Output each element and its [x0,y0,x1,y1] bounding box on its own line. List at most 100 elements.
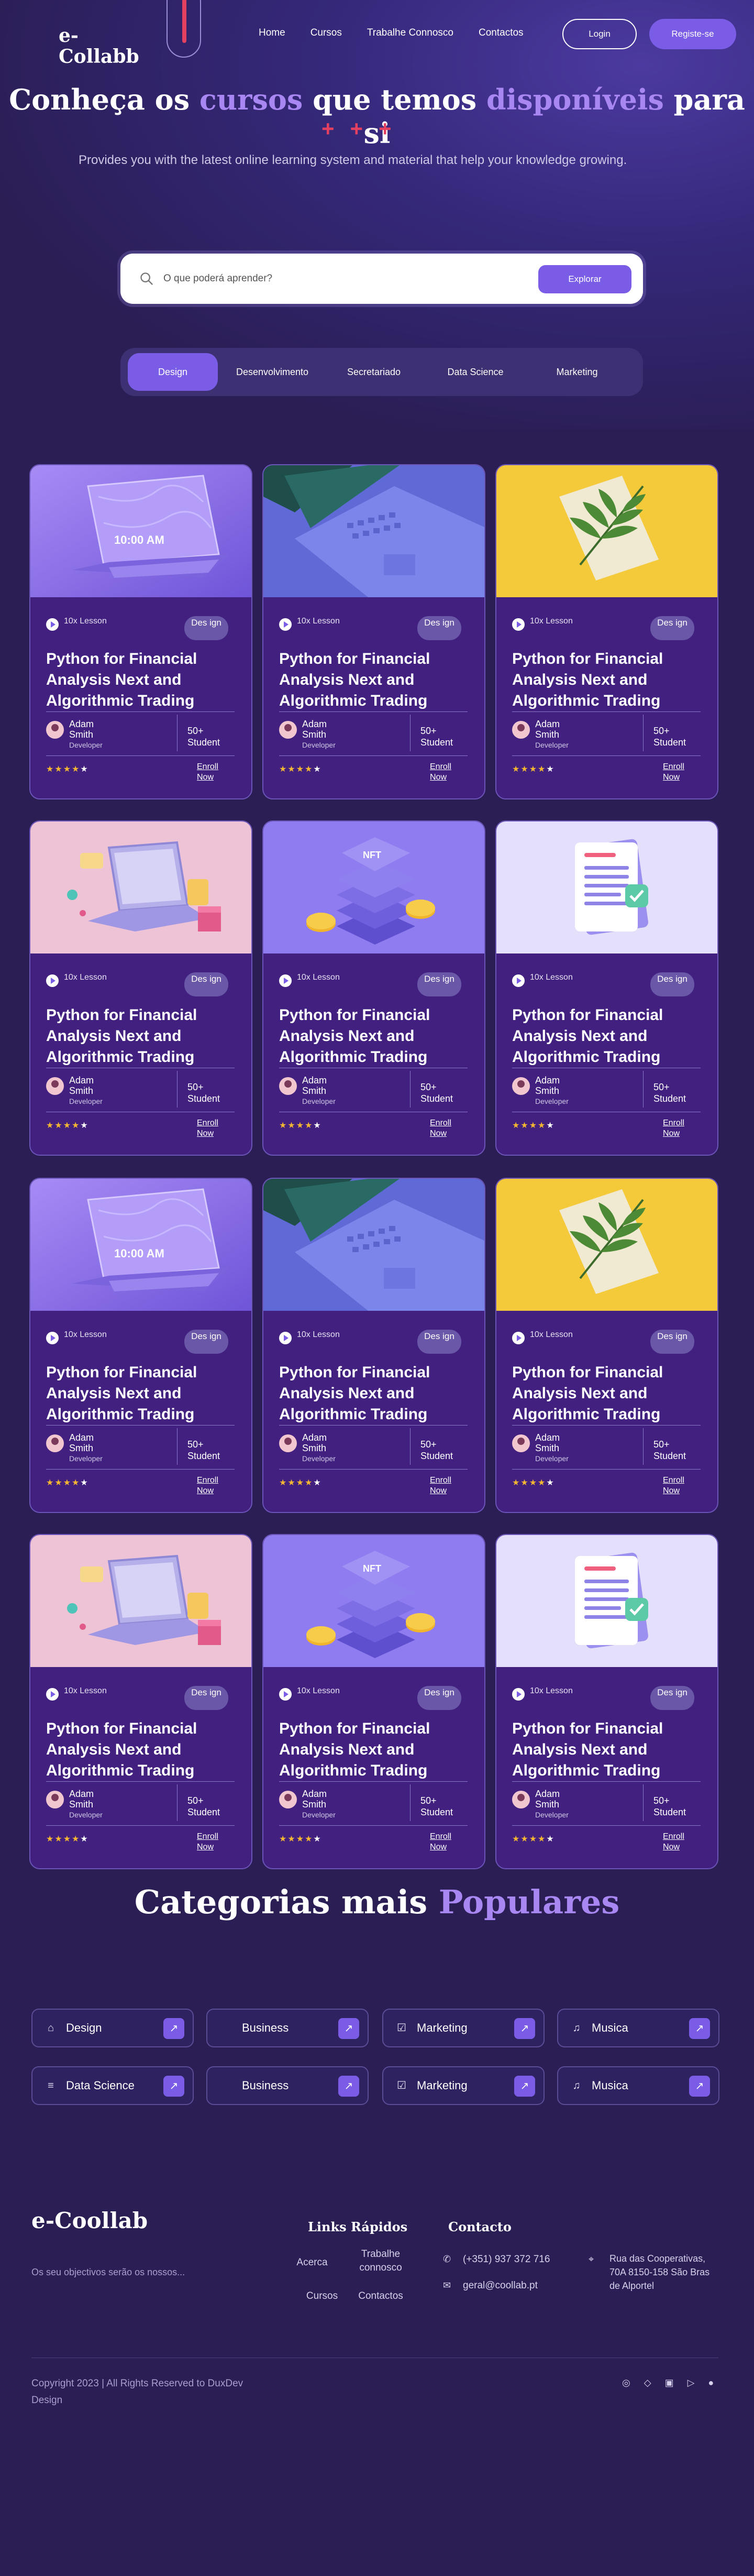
course-card[interactable]: NFT 10x Lesson Des ign Python for Financ… [262,1534,485,1869]
category-tag: Des ign [184,616,228,640]
dribbble-icon[interactable]: ● [708,2377,714,2388]
logo[interactable]: e-Collabb [59,25,153,67]
course-title[interactable]: Python for Financial Analysis Next and A… [279,649,473,711]
login-button[interactable]: Login [562,19,637,49]
building-icon: ⌂ [47,2022,54,2034]
course-title[interactable]: Python for Financial Analysis Next and A… [512,1362,706,1425]
arrow-up-right-icon[interactable]: ↗ [514,2076,535,2097]
enroll-now-link[interactable]: Enroll Now [663,1832,694,1852]
enroll-now-link[interactable]: Enroll Now [430,1832,461,1852]
footer-email[interactable]: geral@coollab.pt [463,2278,578,2294]
enroll-now-link[interactable]: Enroll Now [197,1118,228,1139]
course-title[interactable]: Python for Financial Analysis Next and A… [46,649,240,711]
footer-link-acerca[interactable]: Acerca [291,2256,333,2270]
lesson-count-label: 10x Lesson [297,973,340,982]
course-title[interactable]: Python for Financial Analysis Next and A… [279,1005,473,1068]
linkedin-icon[interactable]: ▣ [665,2377,674,2388]
enroll-now-link[interactable]: Enroll Now [663,1475,694,1496]
course-image [30,1535,251,1667]
course-title[interactable]: Python for Financial Analysis Next and A… [512,649,706,711]
course-title[interactable]: Python for Financial Analysis Next and A… [46,1362,240,1425]
author-name: Adam Smith [302,719,327,740]
course-card[interactable]: 10x Lesson Des ign Python for Financial … [262,464,485,799]
course-title[interactable]: Python for Financial Analysis Next and A… [46,1718,240,1781]
tab-desenvolvimento[interactable]: Desenvolvimento [225,353,319,391]
enroll-now-link[interactable]: Enroll Now [663,1118,694,1139]
categories-title-part: Categorias mais [134,1883,439,1921]
student-count: 50+ Student [420,1795,453,1817]
signup-button[interactable]: Registe-se [649,19,736,49]
enroll-now-link[interactable]: Enroll Now [430,1118,461,1139]
footer-link-cursos[interactable]: Cursos [298,2289,346,2303]
course-card[interactable]: 10x Lesson Des ign Python for Financial … [29,820,252,1156]
course-card[interactable]: 10x Lesson Des ign Python for Financial … [262,1178,485,1513]
enroll-now-link[interactable]: Enroll Now [430,762,461,783]
nav-cursos[interactable]: Cursos [311,27,342,39]
arrow-up-right-icon[interactable]: ↗ [163,2076,184,2097]
instagram-icon[interactable]: ◎ [622,2377,630,2388]
footer-link-trabalhe-connosco[interactable]: Trabalhe connosco [352,2248,409,2275]
author-name: Adam Smith [535,1075,560,1096]
course-card[interactable]: 10:00 AM 10x Lesson Des ign Python for F… [29,1178,252,1513]
course-card[interactable]: 10:00 AM 10x Lesson Des ign Python for F… [29,464,252,799]
nav-trabalhe-connosco[interactable]: Trabalhe Connosco [367,27,453,39]
arrow-up-right-icon[interactable]: ↗ [514,2018,535,2039]
footer-phone[interactable]: (+351) 937 372 716 [463,2252,578,2267]
arrow-up-right-icon[interactable]: ↗ [689,2018,710,2039]
lesson-count: 10x Lesson [279,972,344,987]
enroll-now-link[interactable]: Enroll Now [430,1475,461,1496]
card-divider [46,1469,235,1470]
course-card[interactable]: NFT 10x Lesson Des ign Python for Financ… [262,820,485,1156]
hero-title-part: Conheça os [9,83,199,116]
course-title[interactable]: Python for Financial Analysis Next and A… [279,1362,473,1425]
category-item[interactable]: ≡ Data Science ↗ [31,2066,194,2105]
category-label: Data Science [66,2079,135,2092]
card-divider [46,755,235,756]
tab-data-science[interactable]: Data Science [428,353,523,391]
course-title[interactable]: Python for Financial Analysis Next and A… [512,1005,706,1068]
category-item[interactable]: ☑ Marketing ↗ [382,2066,545,2105]
author-name: Adam Smith [535,719,560,740]
youtube-icon[interactable]: ▷ [688,2377,695,2388]
arrow-up-right-icon[interactable]: ↗ [338,2076,359,2097]
twitter-icon[interactable]: ◇ [644,2377,651,2388]
search-input[interactable] [163,268,478,289]
arrow-up-right-icon[interactable]: ↗ [163,2018,184,2039]
course-card[interactable]: 10x Lesson Des ign Python for Financial … [495,1178,718,1513]
category-item[interactable]: ⌂ Design ↗ [31,2009,194,2047]
course-title[interactable]: Python for Financial Analysis Next and A… [512,1718,706,1781]
enroll-now-link[interactable]: Enroll Now [197,1832,228,1852]
student-count: 50+ Student [653,1082,686,1104]
category-item[interactable]: Business ↗ [206,2009,369,2047]
footer-logo[interactable]: e-Coollab [31,2208,148,2233]
arrow-up-right-icon[interactable]: ↗ [689,2076,710,2097]
tab-design[interactable]: Design [128,353,218,391]
enroll-now-link[interactable]: Enroll Now [663,762,694,783]
nav-contactos[interactable]: Contactos [479,27,524,39]
enroll-now-link[interactable]: Enroll Now [197,1475,228,1496]
course-card[interactable]: 10x Lesson Des ign Python for Financial … [495,1534,718,1869]
nav-home[interactable]: Home [259,27,285,39]
category-item[interactable]: Business ↗ [206,2066,369,2105]
student-count: 50+ Student [653,1795,686,1817]
enroll-now-link[interactable]: Enroll Now [197,762,228,783]
category-item[interactable]: ♫ Musica ↗ [557,2009,719,2047]
tab-secretariado[interactable]: Secretariado [327,353,421,391]
category-tag: Des ign [417,1330,461,1354]
explore-button[interactable]: Explorar [538,265,631,293]
play-icon [279,974,292,987]
course-title[interactable]: Python for Financial Analysis Next and A… [46,1005,240,1068]
course-title[interactable]: Python for Financial Analysis Next and A… [279,1718,473,1781]
footer-link-contactos[interactable]: Contactos [352,2289,409,2303]
tab-marketing[interactable]: Marketing [530,353,624,391]
arrow-up-right-icon[interactable]: ↗ [338,2018,359,2039]
course-card[interactable]: 10x Lesson Des ign Python for Financial … [29,1534,252,1869]
avatar [279,721,297,739]
course-card[interactable]: 10x Lesson Des ign Python for Financial … [495,820,718,1156]
categories-title: Categorias mais Populares [0,1883,754,1921]
phone-icon: ✆ [443,2254,451,2264]
category-item[interactable]: ☑ Marketing ↗ [382,2009,545,2047]
category-item[interactable]: ♫ Musica ↗ [557,2066,719,2105]
student-count: 50+ Student [187,1795,220,1817]
course-card[interactable]: 10x Lesson Des ign Python for Financial … [495,464,718,799]
